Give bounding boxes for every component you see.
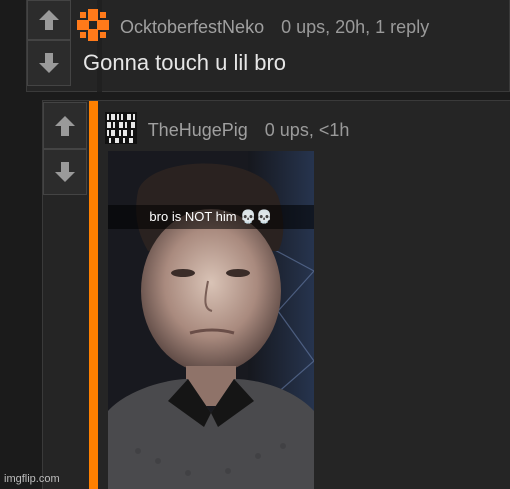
selfie-photo — [108, 151, 314, 489]
comment-1-stats: 0 ups, 20h, 1 reply — [281, 16, 430, 37]
comment-1-username[interactable]: OcktoberfestNeko — [120, 17, 264, 37]
comment-2-username[interactable]: TheHugePig — [148, 120, 248, 140]
orange-cross-avatar-icon[interactable] — [77, 9, 109, 41]
upvote-button-2[interactable] — [43, 102, 87, 149]
downvote-button-1[interactable] — [27, 40, 71, 86]
vote-controls-2 — [43, 101, 87, 195]
reply-accent-stripe — [89, 101, 98, 489]
vote-controls-1 — [27, 0, 71, 86]
comment-1-meta: OcktoberfestNeko 0 ups, 20h, 1 reply — [77, 9, 430, 44]
comment-2-stats: 0 ups, <1h — [264, 119, 350, 140]
arrow-up-icon — [39, 10, 59, 30]
comment-2-meta: TheHugePig 0 ups, <1h — [105, 112, 350, 147]
arrow-down-icon — [39, 53, 59, 73]
comment-2-reply: TheHugePig 0 ups, <1h bro is NOT him 💀💀 — [42, 100, 510, 489]
watermark: imgflip.com — [4, 473, 60, 485]
comment-1-text: Gonna touch u lil bro — [83, 50, 287, 75]
image-caption: bro is NOT him 💀💀 — [108, 205, 314, 229]
arrow-up-icon — [55, 115, 75, 136]
comment-1: OcktoberfestNeko 0 ups, 20h, 1 reply Gon… — [26, 0, 510, 92]
comment-2-image[interactable]: bro is NOT him 💀💀 — [108, 151, 314, 489]
arrow-down-icon — [55, 162, 75, 182]
upvote-button-1[interactable] — [27, 0, 71, 40]
binary-avatar-icon[interactable] — [105, 112, 137, 144]
downvote-button-2[interactable] — [43, 149, 87, 195]
